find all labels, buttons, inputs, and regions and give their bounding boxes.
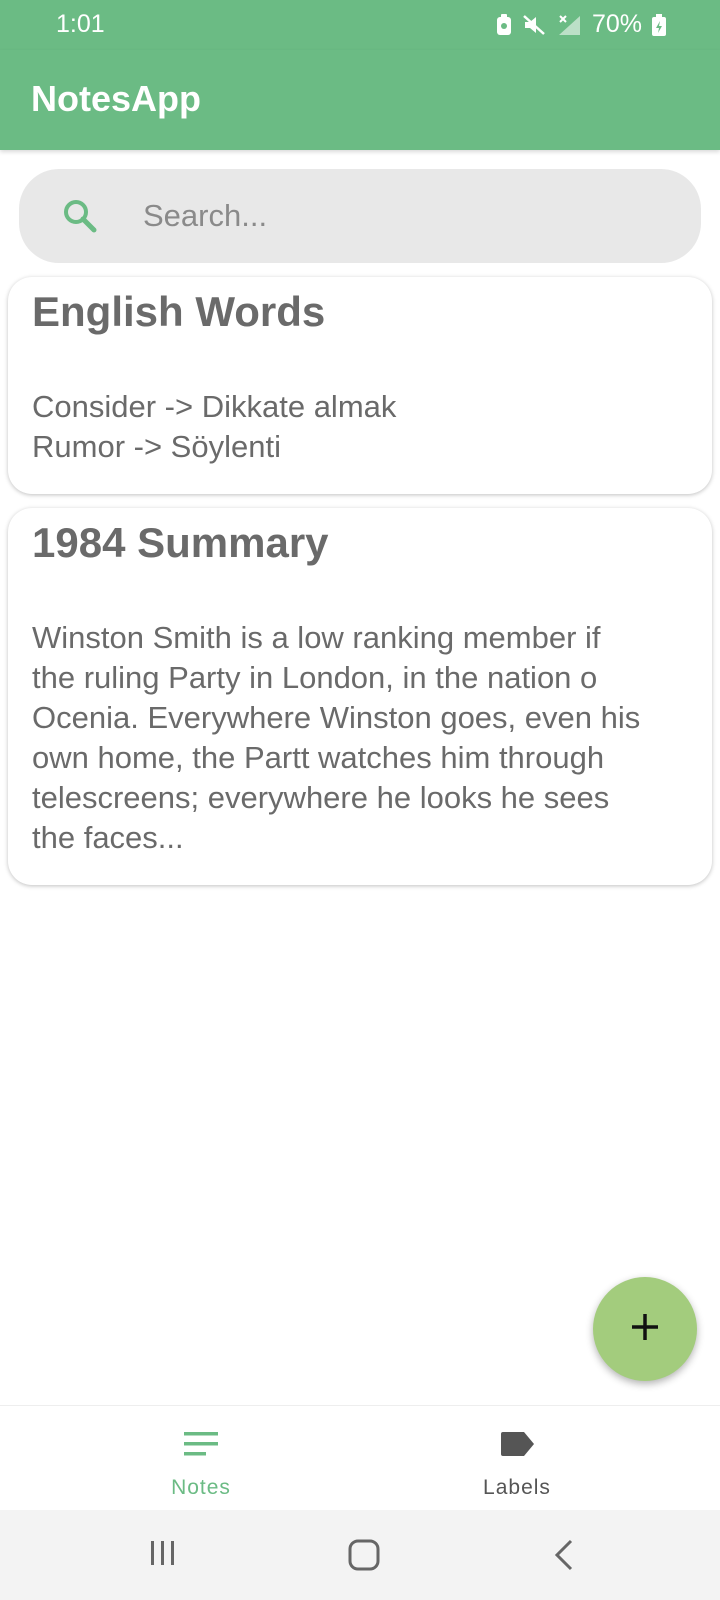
- status-bar: 1:01 70%: [0, 0, 720, 50]
- note-card[interactable]: 1984 Summary Winston Smith is a low rank…: [8, 508, 712, 885]
- battery-percent: 70%: [591, 10, 642, 38]
- note-body: Consider -> Dikkate almak Rumor -> Söyle…: [32, 389, 397, 465]
- nav-label-notes: Notes: [171, 1476, 231, 1499]
- note-card[interactable]: English Words Consider -> Dikkate almak …: [8, 277, 712, 494]
- bottom-navigation: Notes Labels: [0, 1405, 720, 1510]
- mute-icon: [522, 14, 546, 36]
- label-tag-icon: [498, 1426, 536, 1462]
- recent-apps-icon[interactable]: [148, 1538, 178, 1568]
- status-time: 1:01: [56, 10, 105, 38]
- system-navigation-bar: [0, 1510, 720, 1600]
- search-input[interactable]: [143, 169, 663, 263]
- note-title: English Words: [32, 288, 326, 335]
- back-icon[interactable]: [552, 1538, 576, 1572]
- app-title: NotesApp: [31, 78, 201, 119]
- notes-list-icon: [183, 1426, 219, 1462]
- note-body: Winston Smith is a low ranking member if…: [32, 620, 641, 856]
- nav-item-notes[interactable]: Notes: [91, 1406, 311, 1511]
- note-title: 1984 Summary: [32, 519, 329, 566]
- nav-label-labels: Labels: [483, 1476, 551, 1499]
- status-icons: 70%: [496, 10, 666, 39]
- add-note-button[interactable]: [593, 1277, 697, 1381]
- nav-item-labels[interactable]: Labels: [407, 1406, 627, 1511]
- app-bar: NotesApp: [0, 50, 720, 150]
- battery-saver-icon: [496, 13, 512, 36]
- home-icon[interactable]: [347, 1538, 381, 1572]
- search-icon: [61, 197, 99, 235]
- search-bar[interactable]: [19, 169, 701, 263]
- battery-icon: [652, 13, 666, 36]
- plus-icon: [630, 1312, 660, 1347]
- signal-icon: [556, 14, 582, 36]
